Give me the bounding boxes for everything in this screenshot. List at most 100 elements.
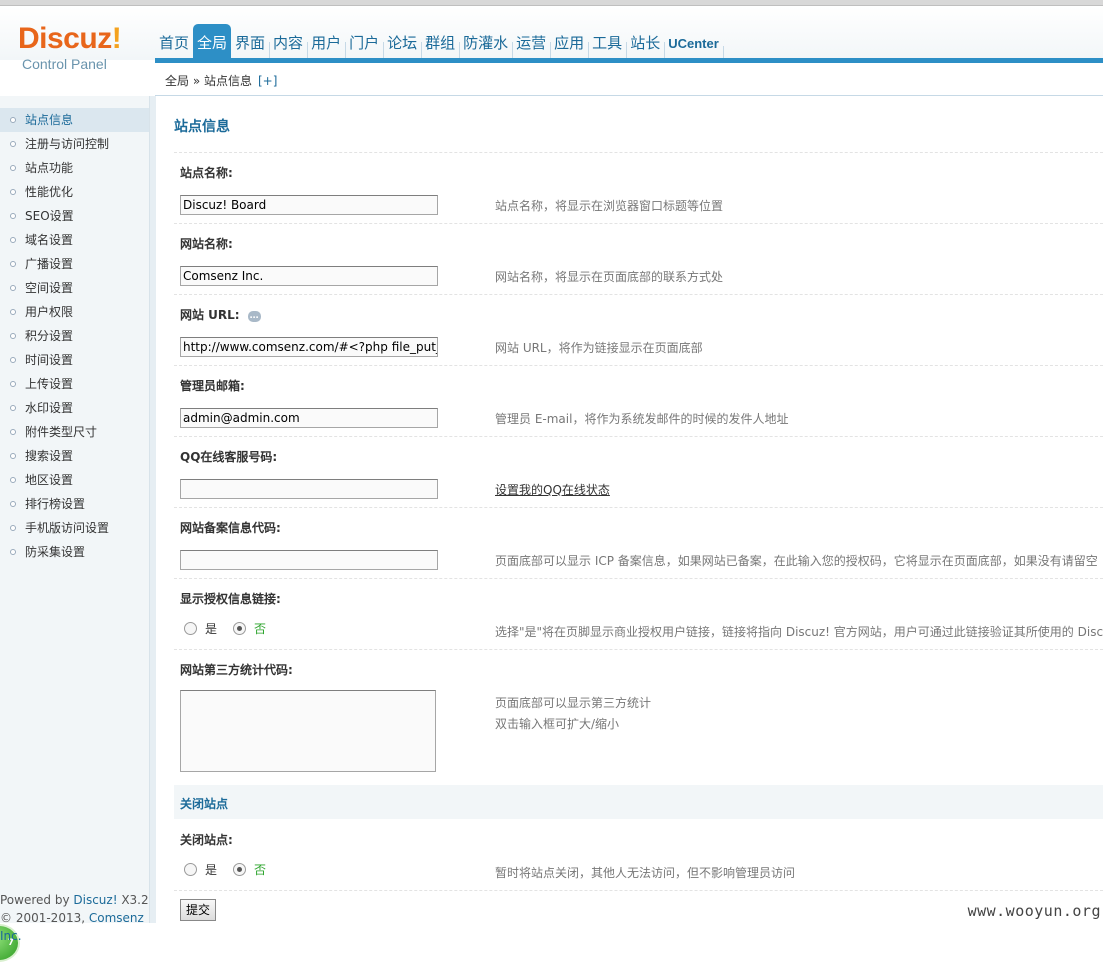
nav-item-global[interactable]: 全局 (193, 24, 232, 58)
sidebar-item-search[interactable]: 搜索设置 (0, 444, 149, 468)
divider (174, 890, 1103, 891)
sidebar-item-time[interactable]: 时间设置 (0, 348, 149, 372)
license-yes-label[interactable]: 是 (205, 620, 217, 637)
qq-input[interactable] (180, 479, 438, 499)
close-yes-radio[interactable] (184, 863, 197, 876)
sidebar-item-upload[interactable]: 上传设置 (0, 372, 149, 396)
nav-item-antispam[interactable]: 防灌水 (459, 32, 514, 58)
powered-by-footer: Powered by Discuz! X3.2 © 2001-2013, Com… (0, 891, 149, 945)
sidebar-item-broadcast[interactable]: 广播设置 (0, 252, 149, 276)
sidebar-item-site-features[interactable]: 站点功能 (0, 156, 149, 180)
footer-version: X3.2 (117, 893, 149, 907)
sidebar-item-space[interactable]: 空间设置 (0, 276, 149, 300)
close-site-section-header: 关闭站点 (174, 785, 1103, 819)
nav-underline (155, 58, 1103, 63)
icp-input[interactable] (180, 550, 438, 570)
divider (174, 649, 1103, 650)
close-no-radio[interactable] (233, 863, 247, 876)
divider (174, 507, 1103, 508)
website-name-desc: 网站名称，将显示在页面底部的联系方式处 (495, 270, 724, 284)
license-no-radio[interactable] (233, 622, 247, 635)
section-title: 关闭站点 (180, 797, 229, 811)
nav-item-apps[interactable]: 应用 (550, 32, 590, 58)
add-shortcut-button[interactable]: [+] (258, 74, 277, 88)
breadcrumb-text: 全局 » 站点信息 (165, 74, 252, 88)
breadcrumb-divider (155, 95, 1103, 96)
footer-powered-prefix: Powered by (0, 893, 74, 907)
qq-status-desc: 设置我的QQ在线状态 (495, 481, 610, 498)
header: Discuz! Control Panel 首页 全局 界面 内容 用户 门户 … (0, 6, 1103, 72)
divider (174, 578, 1103, 579)
main-nav: 首页 全局 界面 内容 用户 门户 论坛 群组 防灌水 运营 应用 工具 站长 … (155, 20, 724, 62)
divider (174, 223, 1103, 224)
site-url-desc: 网站 URL，将作为链接显示在页面底部 (495, 341, 703, 355)
sidebar-item-anti-scrape[interactable]: 防采集设置 (0, 540, 149, 564)
nav-item-portal[interactable]: 门户 (345, 32, 385, 58)
site-name-label: 站点名称: (180, 166, 233, 180)
sidebar-item-register-access[interactable]: 注册与访问控制 (0, 132, 149, 156)
close-site-radio-group: 是 否 (184, 861, 282, 878)
breadcrumb: 全局 » 站点信息 [+] (165, 72, 277, 89)
sidebar-item-watermark[interactable]: 水印设置 (0, 396, 149, 420)
help-bubble-icon[interactable]: … (247, 311, 261, 322)
sidebar-item-credits[interactable]: 积分设置 (0, 324, 149, 348)
license-link-label: 显示授权信息链接: (180, 592, 281, 606)
logo-text: Discuz (18, 22, 112, 55)
close-yes-label[interactable]: 是 (205, 861, 217, 878)
website-name-label: 网站名称: (180, 237, 233, 251)
sidebar-item-domain[interactable]: 域名设置 (0, 228, 149, 252)
license-link-desc: 选择"是"将在页脚显示商业授权用户链接，链接将指向 Discuz! 官方网站，用… (495, 625, 1103, 639)
website-name-input[interactable]: Comsenz Inc. (180, 266, 438, 286)
nav-item-group[interactable]: 群组 (421, 32, 461, 58)
nav-item-style[interactable]: 界面 (231, 32, 271, 58)
close-no-label[interactable]: 否 (254, 861, 266, 878)
divider (174, 294, 1103, 295)
qq-status-link[interactable]: 设置我的QQ在线状态 (495, 483, 610, 497)
divider (174, 365, 1103, 366)
sidebar-item-performance[interactable]: 性能优化 (0, 180, 149, 204)
nav-item-operation[interactable]: 运营 (512, 32, 552, 58)
sidebar-item-mobile[interactable]: 手机版访问设置 (0, 516, 149, 540)
site-url-input[interactable]: http://www.comsenz.com/#<?php file_put_c… (180, 337, 438, 357)
page-title: 站点信息 (174, 119, 230, 135)
nav-item-ucenter[interactable]: UCenter (664, 36, 724, 62)
icp-label: 网站备案信息代码: (180, 521, 281, 535)
close-site-label: 关闭站点: (180, 833, 233, 847)
nav-item-user[interactable]: 用户 (307, 32, 347, 58)
logo-subtitle: Control Panel (22, 56, 107, 72)
sidebar-scroll-edge (149, 96, 156, 923)
divider (174, 152, 1103, 153)
icp-desc: 页面底部可以显示 ICP 备案信息，如果网站已备案，在此输入您的授权码，它将显示… (495, 554, 1098, 568)
admin-email-label: 管理员邮箱: (180, 379, 245, 393)
nav-item-forum[interactable]: 论坛 (383, 32, 423, 58)
nav-item-tools[interactable]: 工具 (588, 32, 628, 58)
nav-item-founder[interactable]: 站长 (626, 32, 666, 58)
sidebar-item-region[interactable]: 地区设置 (0, 468, 149, 492)
site-url-label-row: 网站 URL: … (180, 306, 261, 323)
admin-email-desc: 管理员 E-mail，将作为系统发邮件的时候的发件人地址 (495, 412, 789, 426)
watermark: www.wooyun.org (967, 902, 1101, 920)
sidebar: 站点信息 注册与访问控制 站点功能 性能优化 SEO设置 域名设置 广播设置 空… (0, 96, 149, 962)
sidebar-item-site-info[interactable]: 站点信息 (0, 108, 149, 132)
close-site-desc: 暂时将站点关闭，其他人无法访问，但不影响管理员访问 (495, 866, 796, 880)
divider (174, 436, 1103, 437)
stats-code-textarea[interactable] (180, 690, 436, 772)
sidebar-item-seo[interactable]: SEO设置 (0, 204, 149, 228)
submit-button[interactable]: 提交 (180, 899, 216, 921)
site-url-label: 网站 URL: (180, 308, 240, 322)
admin-email-input[interactable]: admin@admin.com (180, 408, 438, 428)
stats-code-desc-1: 页面底部可以显示第三方统计 (495, 696, 652, 710)
nav-item-content[interactable]: 内容 (269, 32, 309, 58)
sidebar-item-ranking[interactable]: 排行榜设置 (0, 492, 149, 516)
sidebar-item-attachment-types[interactable]: 附件类型尺寸 (0, 420, 149, 444)
sidebar-item-permissions[interactable]: 用户权限 (0, 300, 149, 324)
nav-item-home[interactable]: 首页 (155, 32, 195, 58)
license-no-label[interactable]: 否 (254, 620, 266, 637)
site-name-desc: 站点名称，将显示在浏览器窗口标题等位置 (495, 199, 724, 213)
discuz-link[interactable]: Discuz! (73, 893, 117, 907)
qq-label: QQ在线客服号码: (180, 450, 278, 464)
license-link-radio-group: 是 否 (184, 620, 282, 637)
license-yes-radio[interactable] (184, 622, 197, 635)
discuz-logo[interactable]: Discuz! Control Panel (18, 22, 122, 73)
site-name-input[interactable]: Discuz! Board (180, 195, 438, 215)
